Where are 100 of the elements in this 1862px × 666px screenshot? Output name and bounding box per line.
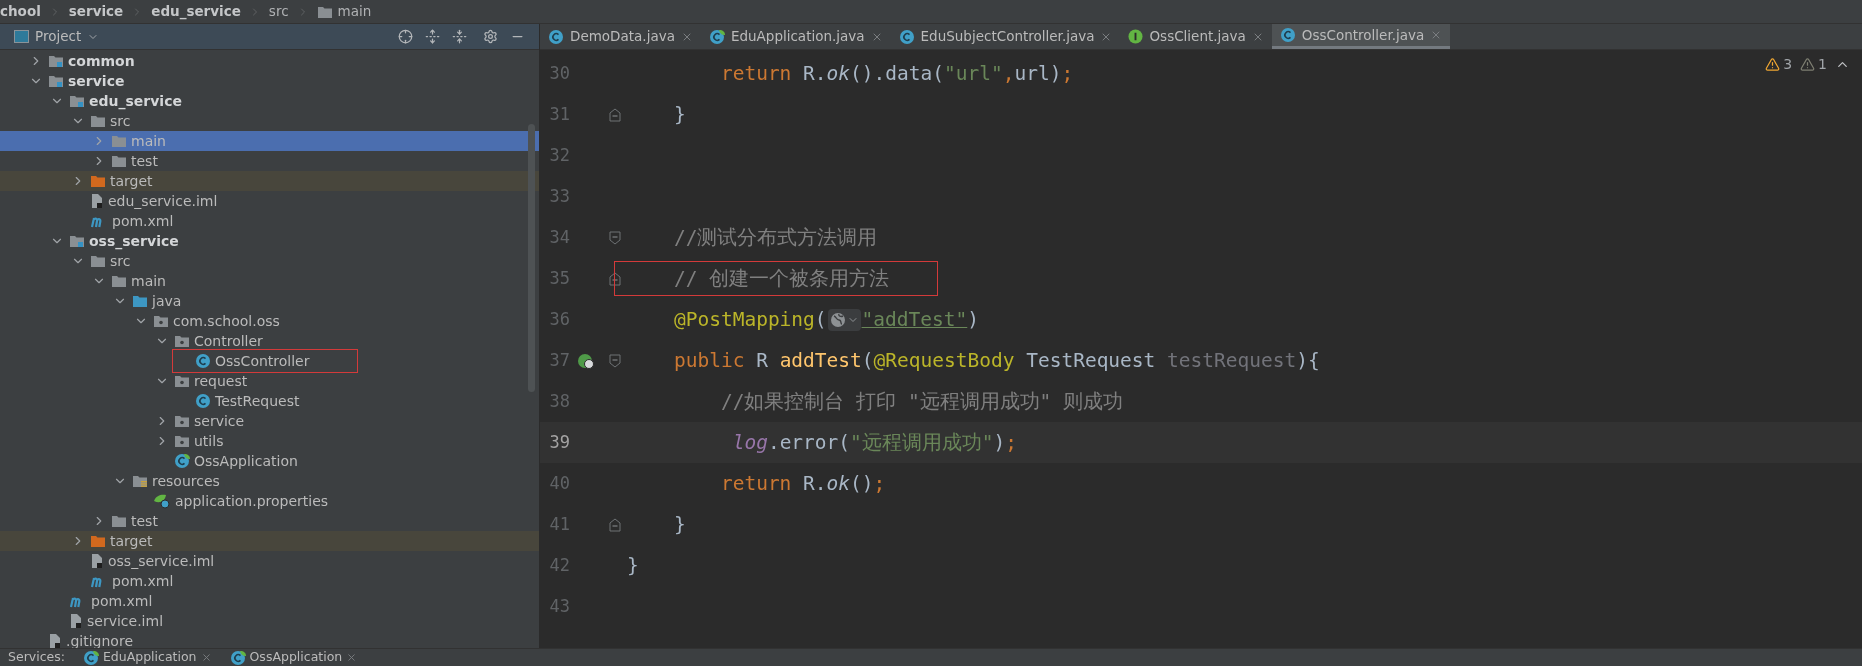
- breadcrumb[interactable]: src: [268, 1, 289, 22]
- tree-item[interactable]: request: [0, 371, 539, 391]
- line-number: 40: [548, 471, 570, 495]
- editor-tab[interactable]: EduApplication.java: [700, 24, 891, 49]
- class-icon: [195, 353, 211, 369]
- expand-all-icon[interactable]: [425, 29, 440, 44]
- tree-item[interactable]: main: [0, 271, 539, 291]
- service-tab[interactable]: OssApplication: [229, 648, 358, 666]
- tree-item[interactable]: java: [0, 291, 539, 311]
- package-folder-icon: [174, 374, 190, 388]
- tree-item-label: edu_service.iml: [108, 191, 218, 211]
- locate-icon[interactable]: [398, 29, 413, 44]
- code-text: log.error("远程调用成功");: [731, 429, 1018, 456]
- spring-settings-icon: [153, 493, 171, 509]
- tree-item[interactable]: target: [0, 171, 539, 191]
- tree-item[interactable]: target: [0, 531, 539, 551]
- class-icon: [898, 28, 915, 45]
- tree-item-label: main: [131, 131, 166, 151]
- tree-item-label: service.iml: [87, 611, 163, 631]
- folder-icon: [90, 254, 106, 268]
- tree-item[interactable]: .gitignore: [0, 631, 539, 648]
- tree-item-label: common: [68, 51, 135, 71]
- breadcrumb[interactable]: edu_service: [151, 1, 241, 22]
- fold-marker-icon[interactable]: [608, 271, 621, 286]
- service-tab[interactable]: EduApplication: [82, 648, 212, 666]
- tree-item[interactable]: src: [0, 111, 539, 131]
- tree-item-label: pom.xml: [112, 211, 174, 231]
- editor-tab[interactable]: EduSubjectController.java: [890, 24, 1121, 49]
- module-folder-icon: [69, 94, 85, 108]
- project-view-dropdown[interactable]: Project: [14, 26, 100, 47]
- editor-tab[interactable]: OssClient.java: [1120, 24, 1272, 49]
- fold-marker-icon[interactable]: [608, 230, 621, 245]
- tree-item-label: request: [194, 371, 248, 391]
- tree-item[interactable]: oss_service: [0, 231, 539, 251]
- file-icon: [48, 633, 62, 648]
- line-number: 38: [548, 389, 570, 413]
- collapse-all-icon[interactable]: [452, 29, 467, 44]
- tree-item-label: edu_service: [89, 91, 182, 112]
- url-inlay-button[interactable]: [827, 308, 861, 331]
- settings-icon[interactable]: [483, 29, 498, 44]
- tree-item[interactable]: test: [0, 151, 539, 171]
- tree-item-label: service: [194, 411, 245, 431]
- weak-warning-icon: [1800, 57, 1816, 72]
- tree-item[interactable]: service: [0, 71, 539, 91]
- module-folder-icon: [48, 54, 64, 68]
- endpoint-gutter-icon[interactable]: [577, 351, 595, 370]
- tree-item[interactable]: edu_service.iml: [0, 191, 539, 211]
- line-number: 41: [548, 512, 570, 536]
- scrollbar-thumb[interactable]: [528, 124, 535, 392]
- tree-item[interactable]: oss_service.iml: [0, 551, 539, 571]
- resources-folder-icon: [132, 474, 148, 488]
- code-text: // 创建一个被条用方法: [615, 262, 938, 295]
- tree-item[interactable]: service: [0, 411, 539, 431]
- tree-item[interactable]: application.properties: [0, 491, 539, 511]
- module-folder-icon: [48, 74, 64, 88]
- code-text: @PostMapping( "addTest"): [672, 306, 979, 333]
- fold-marker-icon[interactable]: [608, 107, 621, 122]
- tree-item-label: OssApplication: [194, 451, 298, 471]
- code-text: return R.ok().data("url",url);: [719, 60, 1074, 87]
- fold-marker-icon[interactable]: [608, 353, 621, 368]
- line-number: 43: [548, 594, 570, 618]
- tree-item[interactable]: OssApplication: [0, 451, 539, 471]
- tree-item[interactable]: pom.xml: [0, 571, 539, 591]
- tree-item[interactable]: com.school.oss: [0, 311, 539, 331]
- folder-icon: [90, 114, 106, 128]
- application-class-icon: [708, 28, 725, 45]
- tree-item-label: src: [110, 111, 131, 131]
- tree-item-label: oss_service.iml: [108, 551, 215, 571]
- close-icon[interactable]: [346, 652, 358, 663]
- editor-tab[interactable]: DemoData.java: [540, 24, 701, 49]
- editor-tab[interactable]: OssController.java: [1271, 24, 1451, 49]
- breadcrumb[interactable]: chool: [0, 1, 41, 22]
- weak-warning-count[interactable]: 1: [1800, 54, 1827, 75]
- fold-marker-icon[interactable]: [608, 517, 621, 532]
- tree-item[interactable]: edu_service: [0, 91, 539, 111]
- line-number: 32: [548, 143, 570, 167]
- tree-item-label: TestRequest: [215, 391, 300, 411]
- tree-item[interactable]: test: [0, 511, 539, 531]
- tree-item[interactable]: service.iml: [0, 611, 539, 631]
- tree-item[interactable]: pom.xml: [0, 211, 539, 231]
- close-icon[interactable]: [200, 652, 212, 663]
- tree-item[interactable]: src: [0, 251, 539, 271]
- tree-item-label: java: [152, 291, 182, 311]
- code-text: }: [672, 511, 686, 538]
- line-number: 35: [548, 266, 570, 290]
- tree-item[interactable]: resources: [0, 471, 539, 491]
- tree-item[interactable]: Controller: [0, 331, 539, 351]
- class-icon: [195, 393, 211, 409]
- warning-count[interactable]: 3: [1765, 54, 1793, 75]
- tree-item[interactable]: OssController: [0, 351, 539, 371]
- tree-item-label: test: [131, 151, 158, 171]
- tree-item[interactable]: pom.xml: [0, 591, 539, 611]
- tree-item-label: service: [68, 71, 125, 91]
- tree-item-label: src: [110, 251, 131, 271]
- tree-item[interactable]: TestRequest: [0, 391, 539, 411]
- tree-item[interactable]: utils: [0, 431, 539, 451]
- breadcrumb[interactable]: main: [316, 1, 372, 22]
- tree-item[interactable]: common: [0, 51, 539, 71]
- breadcrumb[interactable]: service: [68, 1, 124, 22]
- line-number: 39: [548, 430, 570, 454]
